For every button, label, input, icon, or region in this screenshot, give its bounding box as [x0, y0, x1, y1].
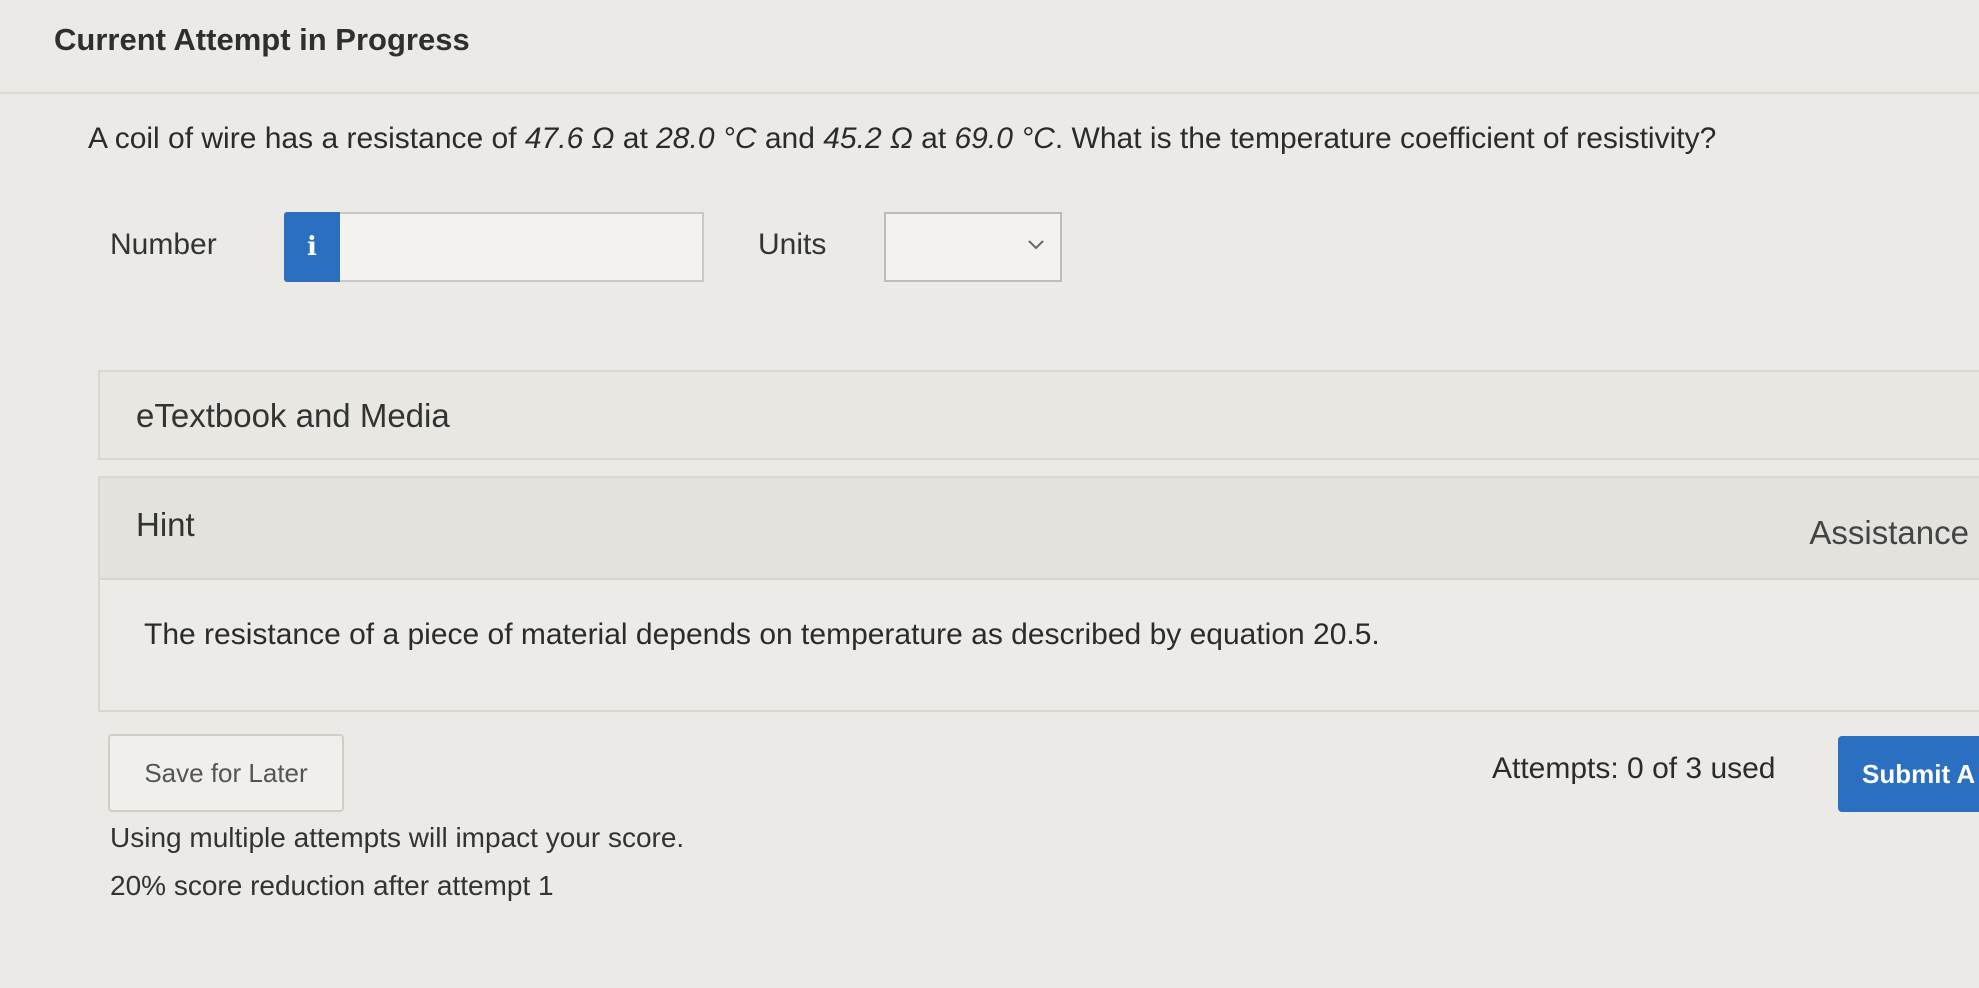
units-label: Units: [758, 228, 827, 261]
assistance-label: Assistance: [1809, 514, 1969, 551]
info-icon[interactable]: i: [284, 212, 340, 282]
hint-panel: Hint Assistance The resistance of a piec…: [98, 476, 1979, 712]
etextbook-media-panel[interactable]: eTextbook and Media: [98, 370, 1979, 460]
attempts-counter: Attempts: 0 of 3 used: [1492, 752, 1776, 785]
question-text: A coil of wire has a resistance of 47.6 …: [88, 122, 1716, 156]
resistance-1: 47.6 Ω: [524, 122, 615, 155]
question-text-part: and: [756, 122, 824, 155]
etextbook-media-label: eTextbook and Media: [136, 397, 450, 434]
attempts-note: Using multiple attempts will impact your…: [110, 822, 685, 853]
chevron-down-icon: [1026, 236, 1046, 257]
submit-answer-button[interactable]: Submit A: [1838, 736, 1979, 812]
number-input[interactable]: [340, 212, 704, 282]
hint-label: Hint: [136, 506, 195, 543]
divider: [0, 92, 1979, 94]
score-reduction-note: 20% score reduction after attempt 1: [110, 870, 554, 901]
number-label: Number: [110, 228, 217, 261]
question-text-part: at: [912, 122, 955, 155]
save-for-later-button[interactable]: Save for Later: [108, 734, 344, 812]
question-text-part: A coil of wire has a resistance of: [88, 122, 525, 155]
question-text-part: at: [614, 122, 657, 155]
page-title: Current Attempt in Progress: [54, 22, 470, 57]
temperature-1: 28.0 °C: [656, 122, 757, 155]
answer-row: Number i Units: [110, 212, 1110, 282]
question-text-part: . What is the temperature coefficient of…: [1054, 122, 1717, 155]
resistance-2: 45.2 Ω: [823, 122, 913, 155]
units-select[interactable]: [884, 212, 1062, 282]
hint-header[interactable]: Hint Assistance: [100, 478, 1979, 580]
hint-text: The resistance of a piece of material de…: [144, 618, 1380, 651]
temperature-2: 69.0 °C: [954, 122, 1055, 155]
